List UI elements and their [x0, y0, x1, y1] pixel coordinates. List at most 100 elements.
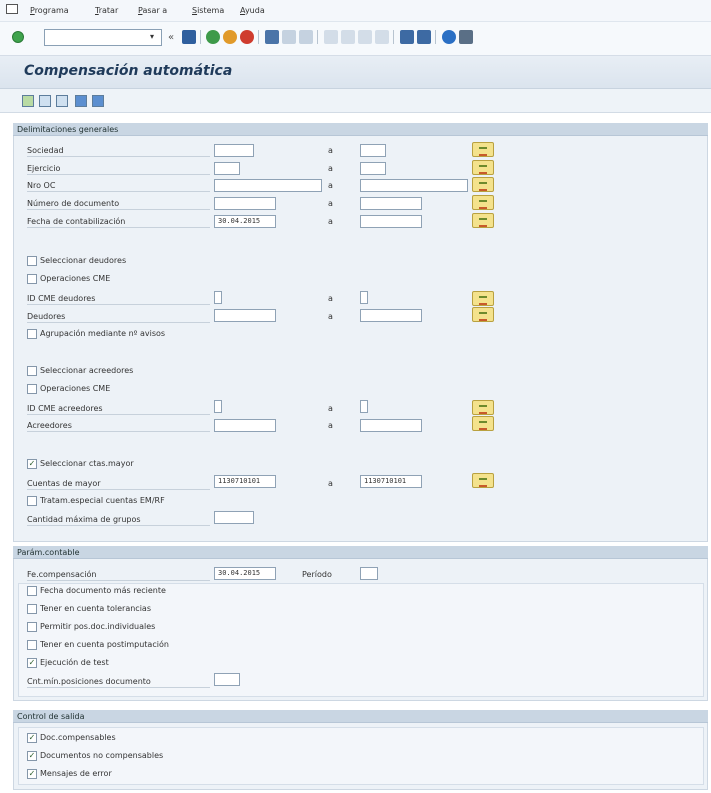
- info-icon[interactable]: [75, 95, 87, 107]
- exit-icon[interactable]: [223, 30, 237, 44]
- operaciones-cme-deudores-checkbox[interactable]: [27, 274, 37, 284]
- cantidad-maxima-grupos-field[interactable]: [214, 511, 254, 524]
- shortcut-icon[interactable]: [417, 30, 431, 44]
- menu-pasar-a[interactable]: Pasar a: [138, 6, 167, 15]
- cnt-min-posiciones-field[interactable]: [214, 673, 240, 686]
- seleccionar-acreedores-checkbox[interactable]: [27, 366, 37, 376]
- numero-documento-to-field[interactable]: [360, 197, 422, 210]
- id-cme-deudores-from-field[interactable]: [214, 291, 222, 304]
- menu-ayuda[interactable]: Ayuda: [240, 6, 265, 15]
- postimputacion-checkbox[interactable]: [27, 640, 37, 650]
- enter-icon[interactable]: [12, 31, 24, 43]
- label-underline: [27, 687, 210, 688]
- acreedores-multiselect-button[interactable]: [472, 416, 494, 431]
- numero-documento-from-field[interactable]: [214, 197, 276, 210]
- tratam-especial-checkbox[interactable]: [27, 496, 37, 506]
- seleccionar-acreedores-label: Seleccionar acreedores: [40, 366, 134, 375]
- help-icon[interactable]: [442, 30, 456, 44]
- collapse-icon[interactable]: «: [168, 32, 174, 43]
- cancel-icon[interactable]: [240, 30, 254, 44]
- operaciones-cme-deudores-label: Operaciones CME: [40, 274, 111, 283]
- mensajes-error-checkbox[interactable]: ✓: [27, 769, 37, 779]
- variant-icon[interactable]: [39, 95, 51, 107]
- range-a-label: a: [328, 146, 333, 155]
- periodo-field[interactable]: [360, 567, 378, 580]
- menu-programa[interactable]: Programa: [30, 6, 69, 15]
- menu-tratar[interactable]: Tratar: [95, 6, 118, 15]
- cuentas-mayor-multiselect-button[interactable]: [472, 473, 494, 488]
- sociedad-to-field[interactable]: [360, 144, 386, 157]
- delimitaciones-title: Delimitaciones generales: [17, 125, 119, 134]
- deudores-from-field[interactable]: [214, 309, 276, 322]
- cuentas-mayor-to-field[interactable]: 1130710101: [360, 475, 422, 488]
- last-page-icon[interactable]: [375, 30, 389, 44]
- label-underline: [27, 431, 210, 432]
- seleccionar-ctas-mayor-checkbox[interactable]: ✓: [27, 459, 37, 469]
- param-contable-header: Parám.contable: [13, 546, 708, 559]
- documentos-no-compensables-checkbox[interactable]: ✓: [27, 751, 37, 761]
- ejecucion-test-checkbox[interactable]: ✓: [27, 658, 37, 668]
- doc-compensables-label: Doc.compensables: [40, 733, 116, 742]
- nro-oc-label: Nro OC: [27, 181, 56, 190]
- separator: [258, 30, 259, 44]
- fecha-contabilizacion-to-field[interactable]: [360, 215, 422, 228]
- id-cme-acreedores-label: ID CME acreedores: [27, 404, 103, 413]
- find-icon[interactable]: [282, 30, 296, 44]
- acreedores-from-field[interactable]: [214, 419, 276, 432]
- range-a-label: a: [328, 181, 333, 190]
- sociedad-from-field[interactable]: [214, 144, 254, 157]
- info-icon[interactable]: [92, 95, 104, 107]
- id-cme-deudores-multiselect-button[interactable]: [472, 291, 494, 306]
- fecha-doc-reciente-checkbox[interactable]: [27, 586, 37, 596]
- numero-documento-multiselect-button[interactable]: [472, 195, 494, 210]
- acreedores-to-field[interactable]: [360, 419, 422, 432]
- cuentas-mayor-from-field[interactable]: 1130710101: [214, 475, 276, 488]
- periodo-label: Período: [302, 570, 332, 579]
- chevron-down-icon[interactable]: ▾: [150, 32, 154, 41]
- nro-oc-from-field[interactable]: [214, 179, 322, 192]
- execute-icon[interactable]: [22, 95, 34, 107]
- next-page-icon[interactable]: [358, 30, 372, 44]
- command-field[interactable]: [44, 29, 162, 46]
- create-session-icon[interactable]: [400, 30, 414, 44]
- seleccionar-deudores-checkbox[interactable]: [27, 256, 37, 266]
- id-cme-acreedores-to-field[interactable]: [360, 400, 368, 413]
- doc-compensables-checkbox[interactable]: ✓: [27, 733, 37, 743]
- prev-page-icon[interactable]: [341, 30, 355, 44]
- label-underline: [27, 174, 210, 175]
- menu-sistema[interactable]: Sistema: [192, 6, 224, 15]
- sociedad-multiselect-button[interactable]: [472, 142, 494, 157]
- save-icon[interactable]: [182, 30, 196, 44]
- pos-doc-individuales-checkbox[interactable]: [27, 622, 37, 632]
- nro-oc-multiselect-button[interactable]: [472, 177, 494, 192]
- id-cme-acreedores-from-field[interactable]: [214, 400, 222, 413]
- get-variant-icon[interactable]: [56, 95, 68, 107]
- id-cme-deudores-to-field[interactable]: [360, 291, 368, 304]
- deudores-to-field[interactable]: [360, 309, 422, 322]
- first-page-icon[interactable]: [324, 30, 338, 44]
- ejecucion-test-label: Ejecución de test: [40, 658, 109, 667]
- cuentas-mayor-label: Cuentas de mayor: [27, 479, 101, 488]
- layout-icon[interactable]: [459, 30, 473, 44]
- fecha-doc-reciente-label: Fecha documento más reciente: [40, 586, 166, 595]
- nro-oc-to-field[interactable]: [360, 179, 468, 192]
- back-icon[interactable]: [206, 30, 220, 44]
- fe-compensacion-field[interactable]: 30.04.2015: [214, 567, 276, 580]
- print-icon[interactable]: [265, 30, 279, 44]
- fecha-contabilizacion-multiselect-button[interactable]: [472, 213, 494, 228]
- fecha-contabilizacion-from-field[interactable]: 30.04.2015: [214, 215, 276, 228]
- agrupacion-avisos-checkbox[interactable]: [27, 329, 37, 339]
- id-cme-acreedores-multiselect-button[interactable]: [472, 400, 494, 415]
- operaciones-cme-acreedores-checkbox[interactable]: [27, 384, 37, 394]
- find-next-icon[interactable]: [299, 30, 313, 44]
- tolerancias-checkbox[interactable]: [27, 604, 37, 614]
- system-menu-icon[interactable]: [6, 4, 18, 14]
- ejercicio-to-field[interactable]: [360, 162, 386, 175]
- deudores-multiselect-button[interactable]: [472, 307, 494, 322]
- standard-toolbar: ▾ «: [0, 22, 711, 56]
- cantidad-maxima-grupos-label: Cantidad máxima de grupos: [27, 515, 141, 524]
- ejercicio-multiselect-button[interactable]: [472, 160, 494, 175]
- ejercicio-from-field[interactable]: [214, 162, 240, 175]
- label-underline: [27, 525, 210, 526]
- label-underline: [27, 489, 210, 490]
